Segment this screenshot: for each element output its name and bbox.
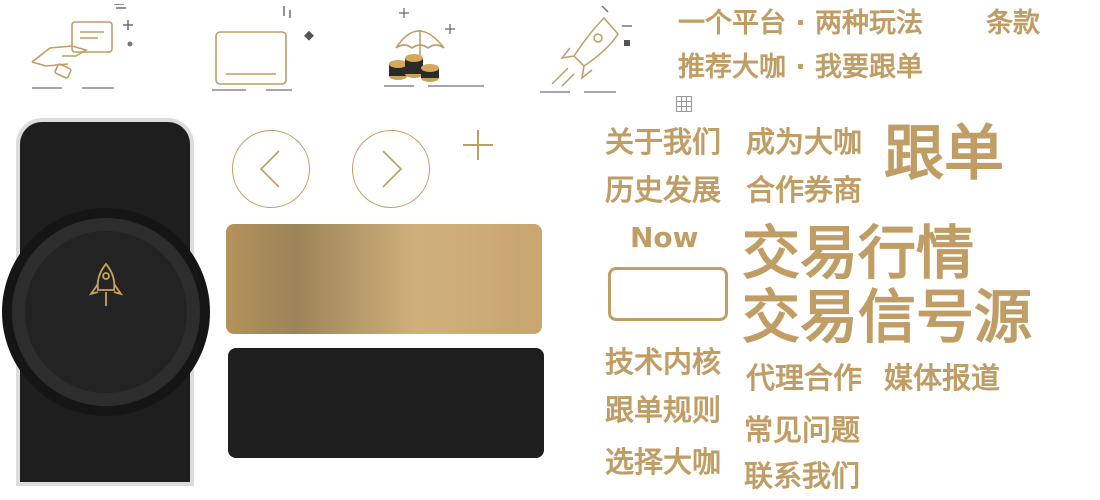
menu-about[interactable]: 关于我们 (605, 128, 721, 157)
terms-link[interactable]: 条款 (986, 10, 1040, 37)
menu-contact[interactable]: 联系我们 (744, 462, 860, 491)
menu-tech[interactable]: 技术内核 (605, 348, 721, 377)
menu-rules[interactable]: 跟单规则 (605, 396, 721, 425)
headline-line1: 一个平台 · 两种玩法 (678, 8, 924, 39)
menu-follow[interactable]: 跟单 (884, 124, 1004, 184)
chevron-right-icon (382, 150, 403, 188)
umbrella-coins-icon (384, 4, 496, 92)
menu-media[interactable]: 媒体报道 (884, 364, 1000, 393)
plus-icon[interactable] (460, 128, 496, 164)
menu-agent[interactable]: 代理合作 (746, 364, 862, 393)
next-button[interactable] (352, 130, 430, 208)
menu-faq[interactable]: 常见问题 (744, 416, 860, 445)
chevron-left-icon (259, 150, 280, 188)
dark-card[interactable] (228, 348, 544, 458)
menu-market[interactable]: 交易行情 (742, 224, 974, 282)
menu-history[interactable]: 历史发展 (605, 176, 721, 205)
menu-choose-expert[interactable]: 选择大咖 (605, 448, 721, 477)
menu-become-expert[interactable]: 成为大咖 (746, 128, 862, 157)
laptop-icon (208, 4, 320, 92)
now-label: Now (630, 221, 699, 254)
dial-face (25, 231, 187, 393)
grid-icon (676, 96, 692, 112)
headline-line2: 推荐大咖 · 我要跟单 (678, 52, 924, 83)
rocket-icon (88, 262, 124, 310)
card-payment-icon (28, 4, 140, 92)
outline-button[interactable] (608, 267, 728, 321)
gold-card[interactable] (226, 224, 542, 334)
rocket-icon (540, 4, 640, 96)
menu-signal[interactable]: 交易信号源 (742, 288, 1032, 346)
menu-broker[interactable]: 合作券商 (746, 176, 862, 205)
prev-button[interactable] (232, 130, 310, 208)
